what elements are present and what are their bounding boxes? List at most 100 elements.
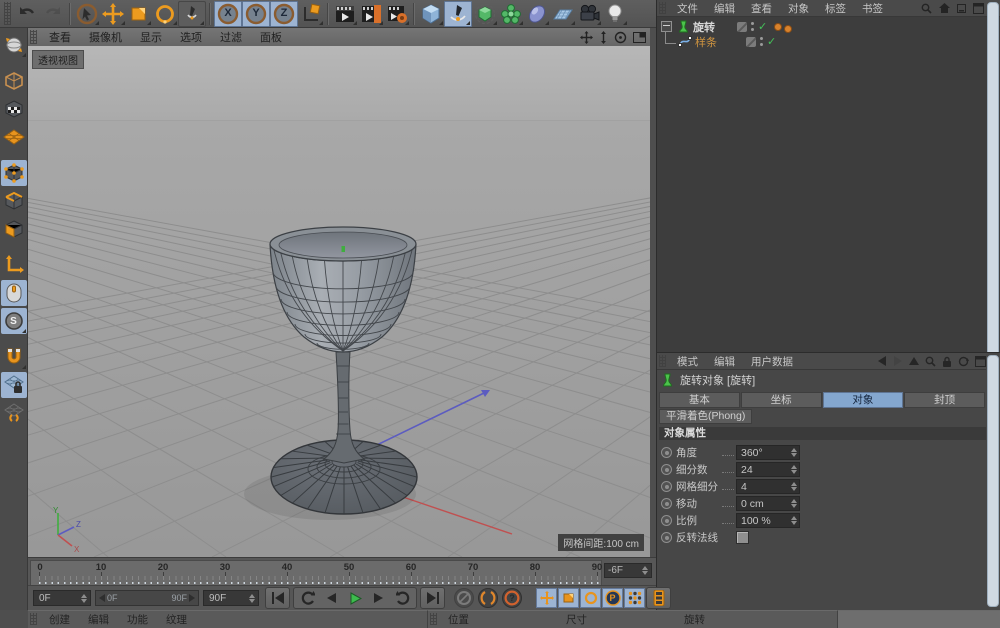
add-camera-button[interactable] bbox=[576, 2, 602, 26]
coordinates-manager-grip[interactable] bbox=[430, 613, 437, 625]
angle-field[interactable]: 360° bbox=[736, 445, 800, 460]
tab-phong-shading[interactable]: 平滑着色(Phong) bbox=[659, 409, 752, 424]
move-tool[interactable] bbox=[100, 2, 126, 26]
texture-mode-button[interactable] bbox=[1, 96, 27, 122]
tag-icon-2[interactable] bbox=[784, 25, 792, 33]
om-menu-view[interactable]: 查看 bbox=[743, 1, 780, 16]
goto-end-button[interactable] bbox=[420, 587, 445, 609]
mm-menu-texture[interactable]: 纹理 bbox=[157, 612, 196, 627]
keyframe-dot-icon[interactable] bbox=[661, 447, 672, 458]
layer-icon[interactable] bbox=[737, 22, 747, 32]
viewport-menu-cameras[interactable]: 摄像机 bbox=[80, 29, 131, 45]
stepper-icon[interactable] bbox=[791, 516, 797, 525]
polygons-mode-button[interactable] bbox=[1, 216, 27, 242]
flip-normals-checkbox[interactable] bbox=[736, 531, 749, 544]
keyframe-dot-icon[interactable] bbox=[661, 481, 672, 492]
start-frame-field[interactable]: 0F bbox=[33, 590, 91, 606]
subdivision-field[interactable]: 24 bbox=[736, 462, 800, 477]
goto-start-button[interactable] bbox=[265, 587, 290, 609]
scale-tool[interactable] bbox=[126, 2, 152, 26]
viewport-rotate-icon[interactable] bbox=[614, 31, 627, 44]
viewport-menu-options[interactable]: 选项 bbox=[171, 29, 211, 45]
stepper-icon[interactable] bbox=[791, 448, 797, 457]
viewport-menubar-grip[interactable] bbox=[30, 30, 37, 44]
record-keyframe-button[interactable] bbox=[478, 588, 498, 608]
mm-menu-function[interactable]: 功能 bbox=[118, 612, 157, 627]
tab-object[interactable]: 对象 bbox=[823, 392, 904, 408]
toolbar-grip[interactable] bbox=[4, 2, 11, 25]
add-spline-pen-button[interactable] bbox=[444, 1, 472, 27]
add-generator-button[interactable] bbox=[472, 2, 498, 26]
enabled-check-icon[interactable]: ✓ bbox=[758, 20, 767, 33]
am-menu-edit[interactable]: 编辑 bbox=[706, 354, 743, 369]
model-mode-button[interactable] bbox=[1, 68, 27, 94]
viewport-solo-button[interactable] bbox=[1, 280, 27, 306]
key-pla-button[interactable] bbox=[624, 588, 645, 608]
key-rotation-button[interactable] bbox=[580, 588, 601, 608]
viewport-menu-filter[interactable]: 过滤 bbox=[211, 29, 251, 45]
record-position-button[interactable] bbox=[454, 588, 474, 608]
autokey-button[interactable]: ? bbox=[502, 588, 522, 608]
visibility-dots-icon[interactable] bbox=[751, 22, 754, 31]
viewport-canvas[interactable]: Y Z X 透视视图 网格间距:100 cm bbox=[28, 46, 650, 557]
play-backwards-button[interactable] bbox=[296, 588, 318, 608]
material-manager-grip[interactable] bbox=[30, 613, 37, 625]
edges-mode-button[interactable] bbox=[1, 188, 27, 214]
keyframe-dot-icon[interactable] bbox=[661, 515, 672, 526]
add-floor-button[interactable] bbox=[550, 2, 576, 26]
lock-icon[interactable] bbox=[942, 356, 952, 367]
workplane-interactive-button[interactable] bbox=[1, 400, 27, 426]
workplane-lock-button[interactable] bbox=[1, 372, 27, 398]
preview-range-slider[interactable]: 0F 90F bbox=[95, 590, 199, 606]
play-button[interactable] bbox=[344, 588, 366, 608]
rotate-tool[interactable] bbox=[152, 2, 178, 26]
points-mode-button[interactable] bbox=[1, 160, 27, 186]
om-menu-file[interactable]: 文件 bbox=[669, 1, 706, 16]
tab-caps[interactable]: 封顶 bbox=[904, 392, 985, 408]
mesh-subdivision-field[interactable]: 4 bbox=[736, 479, 800, 494]
object-name[interactable]: 旋转 bbox=[693, 19, 715, 35]
play-loop-button[interactable] bbox=[392, 588, 414, 608]
stepper-icon[interactable] bbox=[81, 594, 87, 603]
enable-snap-button[interactable] bbox=[1, 344, 27, 370]
history-back-icon[interactable] bbox=[877, 356, 887, 366]
sketch-tool[interactable] bbox=[178, 1, 206, 27]
enabled-check-icon[interactable]: ✓ bbox=[767, 35, 776, 48]
om-home-icon[interactable] bbox=[939, 3, 950, 14]
keyframe-dot-icon[interactable] bbox=[661, 464, 672, 475]
viewport-menu-panel[interactable]: 面板 bbox=[251, 29, 291, 45]
render-settings-button[interactable] bbox=[384, 2, 410, 26]
axis-mode-button[interactable] bbox=[1, 252, 27, 278]
coordinate-system-button[interactable] bbox=[298, 2, 324, 26]
scaling-field[interactable]: 100 % bbox=[736, 513, 800, 528]
add-deformer-button[interactable] bbox=[498, 2, 524, 26]
timeline-strip[interactable]: 0 10 20 30 40 50 60 70 80 90 bbox=[30, 560, 602, 586]
object-manager-grip[interactable] bbox=[659, 2, 666, 14]
object-name[interactable]: 样条 bbox=[695, 34, 717, 50]
object-properties-header[interactable]: 对象属性 bbox=[659, 427, 986, 440]
om-search-icon[interactable] bbox=[921, 3, 932, 14]
add-light-button[interactable] bbox=[602, 2, 628, 26]
key-parameter-button[interactable]: P bbox=[602, 588, 623, 608]
add-environment-button[interactable] bbox=[524, 2, 550, 26]
add-primitive-cube-button[interactable] bbox=[418, 2, 444, 26]
previous-frame-button[interactable] bbox=[320, 588, 342, 608]
mm-menu-edit[interactable]: 编辑 bbox=[79, 612, 118, 627]
mm-menu-create[interactable]: 创建 bbox=[40, 612, 79, 627]
undo-button[interactable] bbox=[14, 2, 40, 26]
am-menu-mode[interactable]: 模式 bbox=[669, 354, 706, 369]
render-to-picture-viewer-button[interactable] bbox=[358, 2, 384, 26]
next-frame-button[interactable] bbox=[368, 588, 390, 608]
am-panel-icon[interactable] bbox=[975, 356, 986, 367]
stepper-icon[interactable] bbox=[791, 499, 797, 508]
stepper-icon[interactable] bbox=[791, 482, 797, 491]
visibility-dots-icon[interactable] bbox=[760, 37, 763, 46]
selected-spline-point[interactable] bbox=[342, 246, 346, 252]
stepper-icon[interactable] bbox=[791, 465, 797, 474]
redo-button[interactable] bbox=[40, 2, 66, 26]
workplane-mode-button[interactable] bbox=[1, 124, 27, 150]
key-scale-button[interactable] bbox=[558, 588, 579, 608]
key-position-button[interactable] bbox=[536, 588, 557, 608]
x-axis-lock-button[interactable]: X bbox=[214, 1, 242, 27]
tab-coordinates[interactable]: 坐标 bbox=[741, 392, 822, 408]
